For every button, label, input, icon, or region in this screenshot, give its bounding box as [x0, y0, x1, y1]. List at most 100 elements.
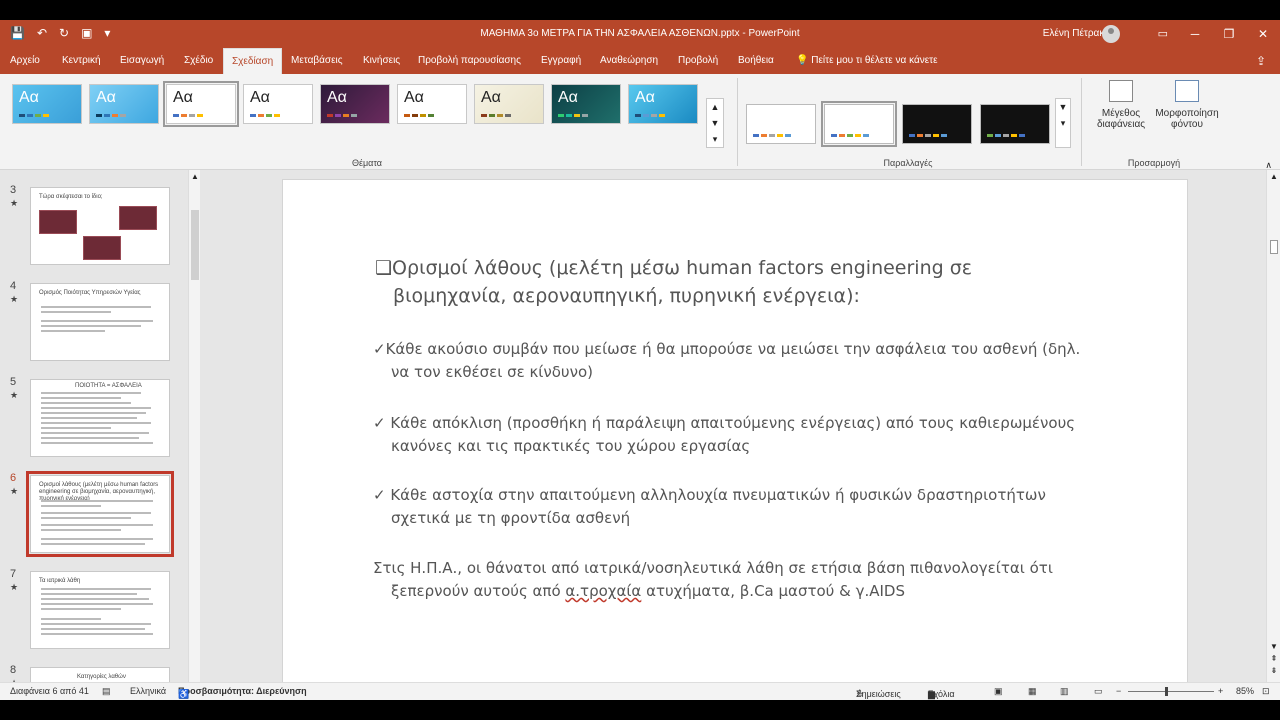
thumb-number: 3 — [10, 184, 17, 196]
thumb-photo — [119, 206, 157, 230]
variant-4[interactable] — [980, 104, 1050, 144]
theme-2[interactable]: Aα — [89, 84, 159, 124]
slide-scrollbar[interactable]: ▲ ▼ ⇞ ⇟ — [1266, 170, 1280, 682]
slide-thumbnail-8[interactable]: Κατηγορίες λαθών — [30, 667, 170, 682]
ribbon-design: Aα Aα Aα Aα Aα Aα Aα Aα Aα ▲ ▼ ▾ Θέματα … — [0, 74, 1280, 170]
chevron-down-icon[interactable]: ▼ — [707, 115, 723, 131]
zoom-out-icon[interactable]: − — [1116, 686, 1121, 696]
tab-view[interactable]: Προβολή — [670, 48, 726, 74]
tab-slideshow[interactable]: Προβολή παρουσίασης — [410, 48, 529, 74]
normal-view-icon[interactable]: ▣ — [994, 686, 1003, 697]
workspace: 3 ★ Τώρα σκέφτεσαι το ίδιο; 4 ★ Ορισμός … — [0, 170, 1280, 700]
variant-3[interactable] — [902, 104, 972, 144]
checkmark-icon: ✓ — [373, 340, 386, 358]
tab-home[interactable]: Κεντρική — [54, 48, 109, 74]
slide-thumbnail-7[interactable]: Τα ιατρικά λάθη — [30, 571, 170, 649]
theme-8[interactable]: Aα — [551, 84, 621, 124]
tab-file[interactable]: Αρχείο — [2, 48, 48, 74]
ribbon-options-icon[interactable]: ▭ — [1158, 27, 1168, 40]
restore-icon[interactable]: ❐ — [1212, 20, 1246, 48]
slide-thumbnail-5[interactable]: ΠΟΙΟΤΗΤΑ = ΑΣΦΑΛΕΙΑ — [30, 379, 170, 457]
theme-office[interactable]: Aα — [163, 81, 239, 127]
tab-transitions[interactable]: Μεταβάσεις — [283, 48, 351, 74]
zoom-in-icon[interactable]: + — [1218, 686, 1223, 696]
tab-draw[interactable]: Σχέδιο — [176, 48, 221, 74]
title-bar: 💾 ↶ ↻ ▣ ▾ ΜΑΘΗΜΑ 3ο ΜΕΤΡΑ ΓΙΑ ΤΗΝ ΑΣΦΑΛΕ… — [0, 20, 1280, 48]
scroll-thumb[interactable] — [191, 210, 199, 280]
star-icon: ★ — [10, 582, 19, 592]
thumb-number: 7 — [10, 568, 17, 580]
language-indicator[interactable]: Ελληνικά — [130, 686, 166, 696]
more-icon[interactable]: ▾ — [707, 131, 723, 147]
theme-4[interactable]: Aα — [243, 84, 313, 124]
tell-me-search[interactable]: 💡 Πείτε μου τι θέλετε να κάνετε — [796, 48, 938, 74]
zoom-slider[interactable] — [1128, 691, 1214, 692]
slide-thumbnail-6-selected[interactable]: Ορισμοί λάθους (μελέτη μέσω human factor… — [26, 471, 174, 557]
theme-1[interactable]: Aα — [12, 84, 82, 124]
star-icon: ★ — [10, 390, 19, 400]
thumb-number: 5 — [10, 376, 17, 388]
slide-bullet-3[interactable]: ✓ Κάθε αστοχία στην απαιτούμενη αλληλουχ… — [373, 484, 1093, 530]
accessibility-icon: ♿ — [178, 689, 190, 699]
chevron-up-icon[interactable]: ▲ — [707, 99, 723, 115]
variant-2[interactable] — [821, 101, 897, 147]
format-background-icon — [1175, 80, 1199, 102]
group-divider — [1081, 78, 1082, 166]
scroll-down-icon[interactable]: ▼ — [1269, 642, 1279, 651]
scroll-up-icon[interactable]: ▲ — [1269, 172, 1279, 181]
tab-help[interactable]: Βοήθεια — [730, 48, 782, 74]
avatar[interactable] — [1102, 25, 1120, 43]
tab-insert[interactable]: Εισαγωγή — [112, 48, 172, 74]
format-background-button[interactable]: Μορφοποίηση φόντου — [1152, 80, 1222, 130]
theme-6[interactable]: Aα — [397, 84, 467, 124]
slide-size-icon — [1109, 80, 1133, 102]
variant-1[interactable] — [746, 104, 816, 144]
slide-canvas[interactable]: ❑Ορισμοί λάθους (μελέτη μέσω human facto… — [282, 179, 1188, 689]
slide-counter: Διαφάνεια 6 από 41 — [10, 686, 89, 696]
scroll-up-icon[interactable]: ▲ — [190, 172, 200, 181]
scroll-thumb[interactable] — [1270, 240, 1278, 254]
powerpoint-window: 💾 ↶ ↻ ▣ ▾ ΜΑΘΗΜΑ 3ο ΜΕΤΡΑ ΓΙΑ ΤΗΝ ΑΣΦΑΛΕ… — [0, 20, 1280, 700]
thumb-photo — [83, 236, 121, 260]
slide-sorter-icon[interactable]: ▦ — [1028, 686, 1037, 697]
chevron-down-icon[interactable]: ▼ — [1056, 99, 1070, 115]
tab-design[interactable]: Σχεδίαση — [223, 48, 283, 74]
thumbnails-scrollbar[interactable]: ▲ ▼ — [188, 170, 200, 700]
close-icon[interactable]: ✕ — [1246, 20, 1280, 48]
fit-to-window-icon[interactable]: ⊡ — [1262, 686, 1270, 697]
slide-thumbnails-pane: 3 ★ Τώρα σκέφτεσαι το ίδιο; 4 ★ Ορισμός … — [0, 170, 190, 682]
themes-group-label: Θέματα — [351, 158, 383, 168]
zoom-level[interactable]: 85% — [1236, 686, 1254, 696]
slideshow-view-icon[interactable]: ▭ — [1094, 686, 1103, 697]
thumb-number: 6 — [10, 472, 17, 484]
spellcheck-icon[interactable]: ▤ — [102, 686, 111, 697]
tab-record[interactable]: Εγγραφή — [533, 48, 589, 74]
thumb-number: 8 — [10, 664, 17, 676]
reading-view-icon[interactable]: ▥ — [1060, 686, 1069, 697]
variants-gallery-more[interactable]: ▼ ▾ — [1055, 98, 1071, 148]
tab-review[interactable]: Αναθεώρηση — [592, 48, 666, 74]
share-icon[interactable]: ⇪ — [1256, 54, 1266, 68]
next-slide-icon[interactable]: ⇟ — [1269, 666, 1279, 675]
tab-animations[interactable]: Κινήσεις — [355, 48, 408, 74]
zoom-slider-handle[interactable] — [1165, 687, 1168, 696]
previous-slide-icon[interactable]: ⇞ — [1269, 654, 1279, 663]
slide-bullet-2[interactable]: ✓ Κάθε απόκλιση (προσθήκη ή παράλειψη απ… — [373, 412, 1093, 458]
slide-bullet-1[interactable]: ✓Κάθε ακούσιο συμβάν που μείωσε ή θα μπο… — [373, 338, 1093, 384]
themes-gallery-more[interactable]: ▲ ▼ ▾ — [706, 98, 724, 148]
slide-title[interactable]: ❑Ορισμοί λάθους (μελέτη μέσω human facto… — [375, 254, 1075, 310]
thumb-number: 4 — [10, 280, 17, 292]
theme-9[interactable]: Aα — [628, 84, 698, 124]
more-icon[interactable]: ▾ — [1056, 115, 1070, 131]
user-name[interactable]: Ελένη Πέτρακα — [1043, 28, 1110, 39]
slide-size-button[interactable]: Μέγεθος διαφάνειας — [1086, 80, 1156, 130]
theme-7[interactable]: Aα — [474, 84, 544, 124]
accessibility-status[interactable]: ♿ Προσβασιμότητα: Διερεύνηση — [178, 686, 307, 699]
minimize-icon[interactable]: ─ — [1178, 20, 1212, 48]
slide-thumbnail-3[interactable]: Τώρα σκέφτεσαι το ίδιο; — [30, 187, 170, 265]
ribbon-tabs: Αρχείο Κεντρική Εισαγωγή Σχέδιο Σχεδίαση… — [0, 48, 1280, 74]
bullet-box-icon: ❑ — [375, 257, 393, 279]
theme-5[interactable]: Aα — [320, 84, 390, 124]
slide-paragraph-usa[interactable]: Στις Η.Π.Α., οι θάνατοι από ιατρικά/νοση… — [373, 557, 1093, 603]
slide-thumbnail-4[interactable]: Ορισμός Ποιότητας Υπηρεσιών Υγείας — [30, 283, 170, 361]
